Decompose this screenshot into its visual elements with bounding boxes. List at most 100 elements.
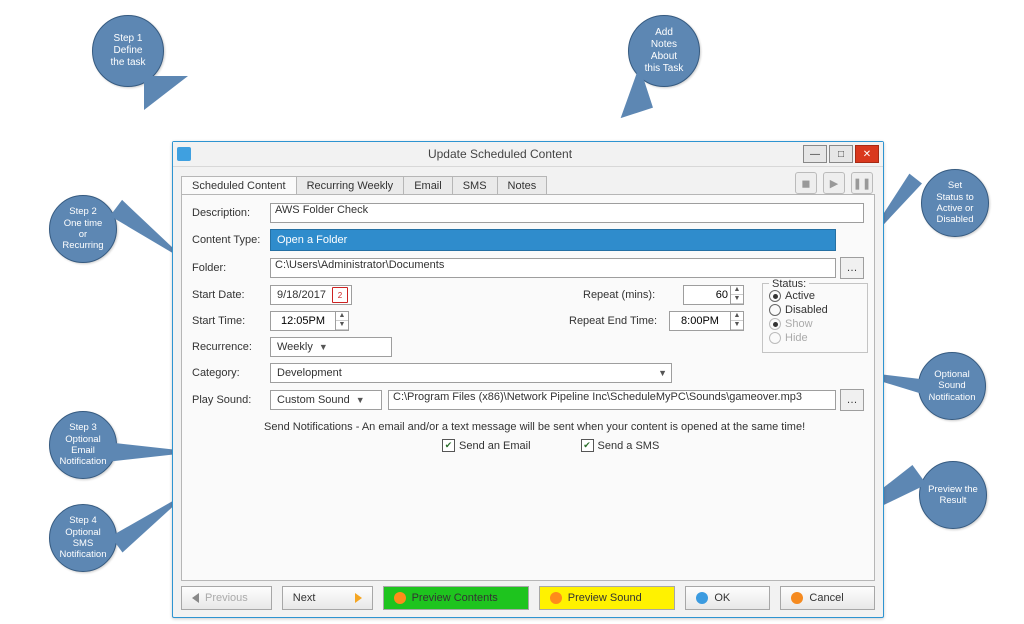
callout-preview: Preview the Result bbox=[919, 461, 987, 529]
cancel-icon bbox=[791, 592, 803, 604]
content-type-select[interactable]: Open a Folder bbox=[270, 229, 836, 251]
repeat-mins-value[interactable] bbox=[684, 286, 730, 304]
status-disabled-radio[interactable]: Disabled bbox=[769, 304, 861, 316]
category-value: Development bbox=[277, 367, 652, 379]
tab-sms[interactable]: SMS bbox=[452, 176, 498, 196]
label-start-date: Start Date: bbox=[192, 289, 270, 301]
start-date-value: 9/18/2017 bbox=[277, 289, 326, 301]
label-description: Description: bbox=[192, 207, 270, 219]
titlebar[interactable]: Update Scheduled Content — □ ✕ bbox=[173, 142, 883, 167]
status-disabled-label: Disabled bbox=[785, 304, 828, 316]
ok-button[interactable]: OK bbox=[685, 586, 770, 610]
tab-notes[interactable]: Notes bbox=[497, 176, 548, 196]
start-time-value[interactable] bbox=[271, 312, 335, 330]
label-category: Category: bbox=[192, 367, 270, 379]
callout-step2: Step 2 One time or Recurring bbox=[49, 195, 117, 263]
browse-folder-button[interactable]: … bbox=[840, 257, 864, 279]
minimize-button[interactable]: — bbox=[803, 145, 827, 163]
calendar-icon[interactable] bbox=[332, 287, 348, 303]
repeat-end-value[interactable] bbox=[670, 312, 730, 330]
spin-up-icon[interactable]: ▲ bbox=[731, 286, 743, 295]
recurrence-value: Weekly bbox=[277, 341, 313, 353]
play-sound-mode-value: Custom Sound bbox=[277, 394, 350, 406]
cancel-label: Cancel bbox=[809, 592, 843, 604]
notification-hint: Send Notifications - An email and/or a t… bbox=[264, 421, 864, 433]
label-recurrence: Recurrence: bbox=[192, 341, 270, 353]
chevron-down-icon: ▼ bbox=[356, 395, 365, 405]
status-hide-label: Hide bbox=[785, 332, 808, 344]
label-folder: Folder: bbox=[192, 262, 270, 274]
next-label: Next bbox=[293, 592, 316, 604]
send-sms-checkbox[interactable]: ✔ Send a SMS bbox=[581, 439, 660, 452]
previous-button[interactable]: Previous bbox=[181, 586, 272, 610]
callout-set-status: Set Status to Active or Disabled bbox=[921, 169, 989, 237]
callout-step4: Step 4 Optional SMS Notification bbox=[49, 504, 117, 572]
recurrence-select[interactable]: Weekly ▼ bbox=[270, 337, 392, 357]
status-active-radio[interactable]: Active bbox=[769, 290, 861, 302]
spin-down-icon[interactable]: ▼ bbox=[731, 321, 743, 330]
category-select[interactable]: Development ▼ bbox=[270, 363, 672, 383]
label-content-type: Content Type: bbox=[192, 234, 270, 246]
label-repeat-end: Repeat End Time: bbox=[569, 315, 669, 327]
folder-input[interactable]: C:\Users\Administrator\Documents bbox=[270, 258, 836, 278]
sound-path-input[interactable]: C:\Program Files (x86)\Network Pipeline … bbox=[388, 390, 836, 410]
status-active-label: Active bbox=[785, 290, 815, 302]
description-input[interactable]: AWS Folder Check bbox=[270, 203, 864, 223]
next-button[interactable]: Next bbox=[282, 586, 373, 610]
tab-scheduled-content[interactable]: Scheduled Content bbox=[181, 176, 297, 196]
callout-tail bbox=[144, 76, 188, 110]
chevron-down-icon: ▼ bbox=[658, 368, 667, 378]
status-hide-radio: Hide bbox=[769, 332, 861, 344]
send-sms-label: Send a SMS bbox=[598, 440, 660, 452]
previous-icon bbox=[192, 593, 199, 603]
play-icon[interactable]: ▶ bbox=[823, 172, 845, 194]
label-status: Status: bbox=[769, 278, 809, 290]
stop-icon[interactable]: ◼ bbox=[795, 172, 817, 194]
tab-email[interactable]: Email bbox=[403, 176, 453, 196]
repeat-end-input[interactable]: ▲▼ bbox=[669, 311, 744, 331]
label-start-time: Start Time: bbox=[192, 315, 270, 327]
preview-sound-button[interactable]: Preview Sound bbox=[539, 586, 676, 610]
start-time-input[interactable]: ▲▼ bbox=[270, 311, 349, 331]
spin-up-icon[interactable]: ▲ bbox=[731, 312, 743, 321]
start-date-input[interactable]: 9/18/2017 bbox=[270, 285, 352, 305]
tab-panel: Description: AWS Folder Check Content Ty… bbox=[181, 194, 875, 581]
label-repeat-mins: Repeat (mins): bbox=[583, 289, 683, 301]
radio-icon bbox=[769, 318, 781, 330]
spin-down-icon[interactable]: ▼ bbox=[731, 295, 743, 304]
send-email-checkbox[interactable]: ✔ Send an Email bbox=[442, 439, 531, 452]
footer: Previous Next Preview Contents Preview S… bbox=[181, 585, 875, 611]
status-group: Status: Active Disabled Show Hide bbox=[762, 283, 868, 353]
close-button[interactable]: ✕ bbox=[855, 145, 879, 163]
checkbox-icon: ✔ bbox=[581, 439, 594, 452]
pause-icon[interactable]: ❚❚ bbox=[851, 172, 873, 194]
content-type-value: Open a Folder bbox=[277, 234, 347, 246]
spin-up-icon[interactable]: ▲ bbox=[336, 312, 348, 321]
status-show-label: Show bbox=[785, 318, 813, 330]
tab-recurring-weekly[interactable]: Recurring Weekly bbox=[296, 176, 405, 196]
maximize-button[interactable]: □ bbox=[829, 145, 853, 163]
preview-contents-button[interactable]: Preview Contents bbox=[383, 586, 529, 610]
ok-label: OK bbox=[714, 592, 730, 604]
spin-down-icon[interactable]: ▼ bbox=[336, 321, 348, 330]
send-email-label: Send an Email bbox=[459, 440, 531, 452]
tabs: Scheduled Content Recurring Weekly Email… bbox=[181, 176, 546, 196]
ok-icon bbox=[696, 592, 708, 604]
label-play-sound: Play Sound: bbox=[192, 394, 270, 406]
previous-label: Previous bbox=[205, 592, 248, 604]
magnifier-icon bbox=[550, 592, 562, 604]
magnifier-icon bbox=[394, 592, 406, 604]
cancel-button[interactable]: Cancel bbox=[780, 586, 875, 610]
dialog-window: Update Scheduled Content — □ ✕ ◼ ▶ ❚❚ Sc… bbox=[172, 141, 884, 618]
preview-contents-label: Preview Contents bbox=[412, 592, 498, 604]
radio-icon bbox=[769, 332, 781, 344]
radio-icon bbox=[769, 290, 781, 302]
status-show-radio: Show bbox=[769, 318, 861, 330]
repeat-mins-input[interactable]: ▲▼ bbox=[683, 285, 744, 305]
play-sound-select[interactable]: Custom Sound ▼ bbox=[270, 390, 382, 410]
chevron-down-icon: ▼ bbox=[319, 342, 328, 352]
next-icon bbox=[355, 593, 362, 603]
browse-sound-button[interactable]: … bbox=[840, 389, 864, 411]
preview-sound-label: Preview Sound bbox=[568, 592, 642, 604]
radio-icon bbox=[769, 304, 781, 316]
